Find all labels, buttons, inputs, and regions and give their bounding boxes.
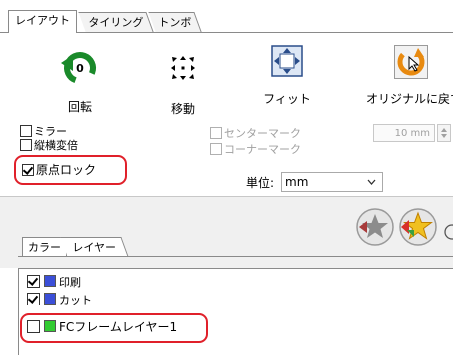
color-star-icon bbox=[399, 208, 437, 246]
top-tab-strip: レイアウト タイリング トンボ bbox=[0, 0, 453, 34]
fit-tool[interactable]: フィット bbox=[260, 45, 314, 107]
color-star-button[interactable] bbox=[398, 207, 438, 247]
rotate-tool[interactable]: 0 回転 bbox=[55, 47, 105, 115]
fit-label: フィット bbox=[263, 92, 311, 106]
gray-star-icon bbox=[356, 208, 394, 246]
rotate-label: 回転 bbox=[67, 100, 92, 114]
move-tool[interactable]: 移動 bbox=[158, 55, 208, 117]
layer-item-cut[interactable]: カット bbox=[27, 293, 92, 305]
layer-item-print[interactable]: 印刷 bbox=[27, 275, 81, 291]
layer-print-checkbox[interactable] bbox=[27, 275, 40, 288]
mark-size-spinner[interactable] bbox=[437, 124, 451, 142]
unit-label: 単位: bbox=[246, 176, 275, 190]
tab-colors[interactable]: カラー bbox=[22, 237, 67, 257]
layer-cut-color-swatch bbox=[44, 293, 56, 305]
layer-cut-checkbox[interactable] bbox=[27, 293, 40, 305]
partial-button-edge bbox=[442, 224, 453, 240]
reset-orange-icon[interactable] bbox=[394, 45, 428, 79]
gray-star-button[interactable] bbox=[355, 207, 395, 247]
corner-mark-checkbox[interactable]: コーナーマーク bbox=[210, 143, 301, 156]
tab-layout[interactable]: レイアウト bbox=[8, 10, 77, 33]
tab-trim-marks[interactable]: トンボ bbox=[148, 12, 202, 32]
rotate-badge: 0 bbox=[76, 62, 84, 75]
center-mark-checkbox[interactable]: センターマーク bbox=[210, 127, 301, 140]
mirror-checkbox[interactable]: ミラー bbox=[20, 125, 67, 138]
origin-lock-highlight bbox=[14, 155, 127, 185]
unit-select[interactable]: mm bbox=[281, 172, 383, 192]
reset-tool[interactable]: オリジナルに戻す bbox=[366, 45, 453, 107]
lower-tab-line bbox=[18, 256, 453, 257]
chevron-down-icon bbox=[367, 179, 376, 185]
rotate-icon[interactable]: 0 bbox=[59, 47, 101, 89]
layout-panel: 0 回転 移動 フィット オリジナルに戻す ミラー 縦横変倍 原点ロック センタ… bbox=[0, 33, 453, 195]
mark-size-input[interactable]: 10 mm bbox=[373, 124, 435, 142]
reset-label: オリジナルに戻す bbox=[366, 92, 453, 106]
move-arrows-icon[interactable] bbox=[170, 55, 196, 81]
fc-frame-highlight bbox=[20, 313, 208, 343]
fit-to-page-icon[interactable] bbox=[271, 45, 303, 77]
tab-tiling[interactable]: タイリング bbox=[78, 12, 154, 32]
tab-layers[interactable]: レイヤー bbox=[60, 237, 129, 257]
layer-print-color-swatch bbox=[44, 275, 56, 287]
move-label: 移動 bbox=[170, 102, 195, 116]
spinner-arrows-icon bbox=[441, 128, 447, 138]
keep-ratio-checkbox[interactable]: 縦横変倍 bbox=[20, 139, 78, 152]
